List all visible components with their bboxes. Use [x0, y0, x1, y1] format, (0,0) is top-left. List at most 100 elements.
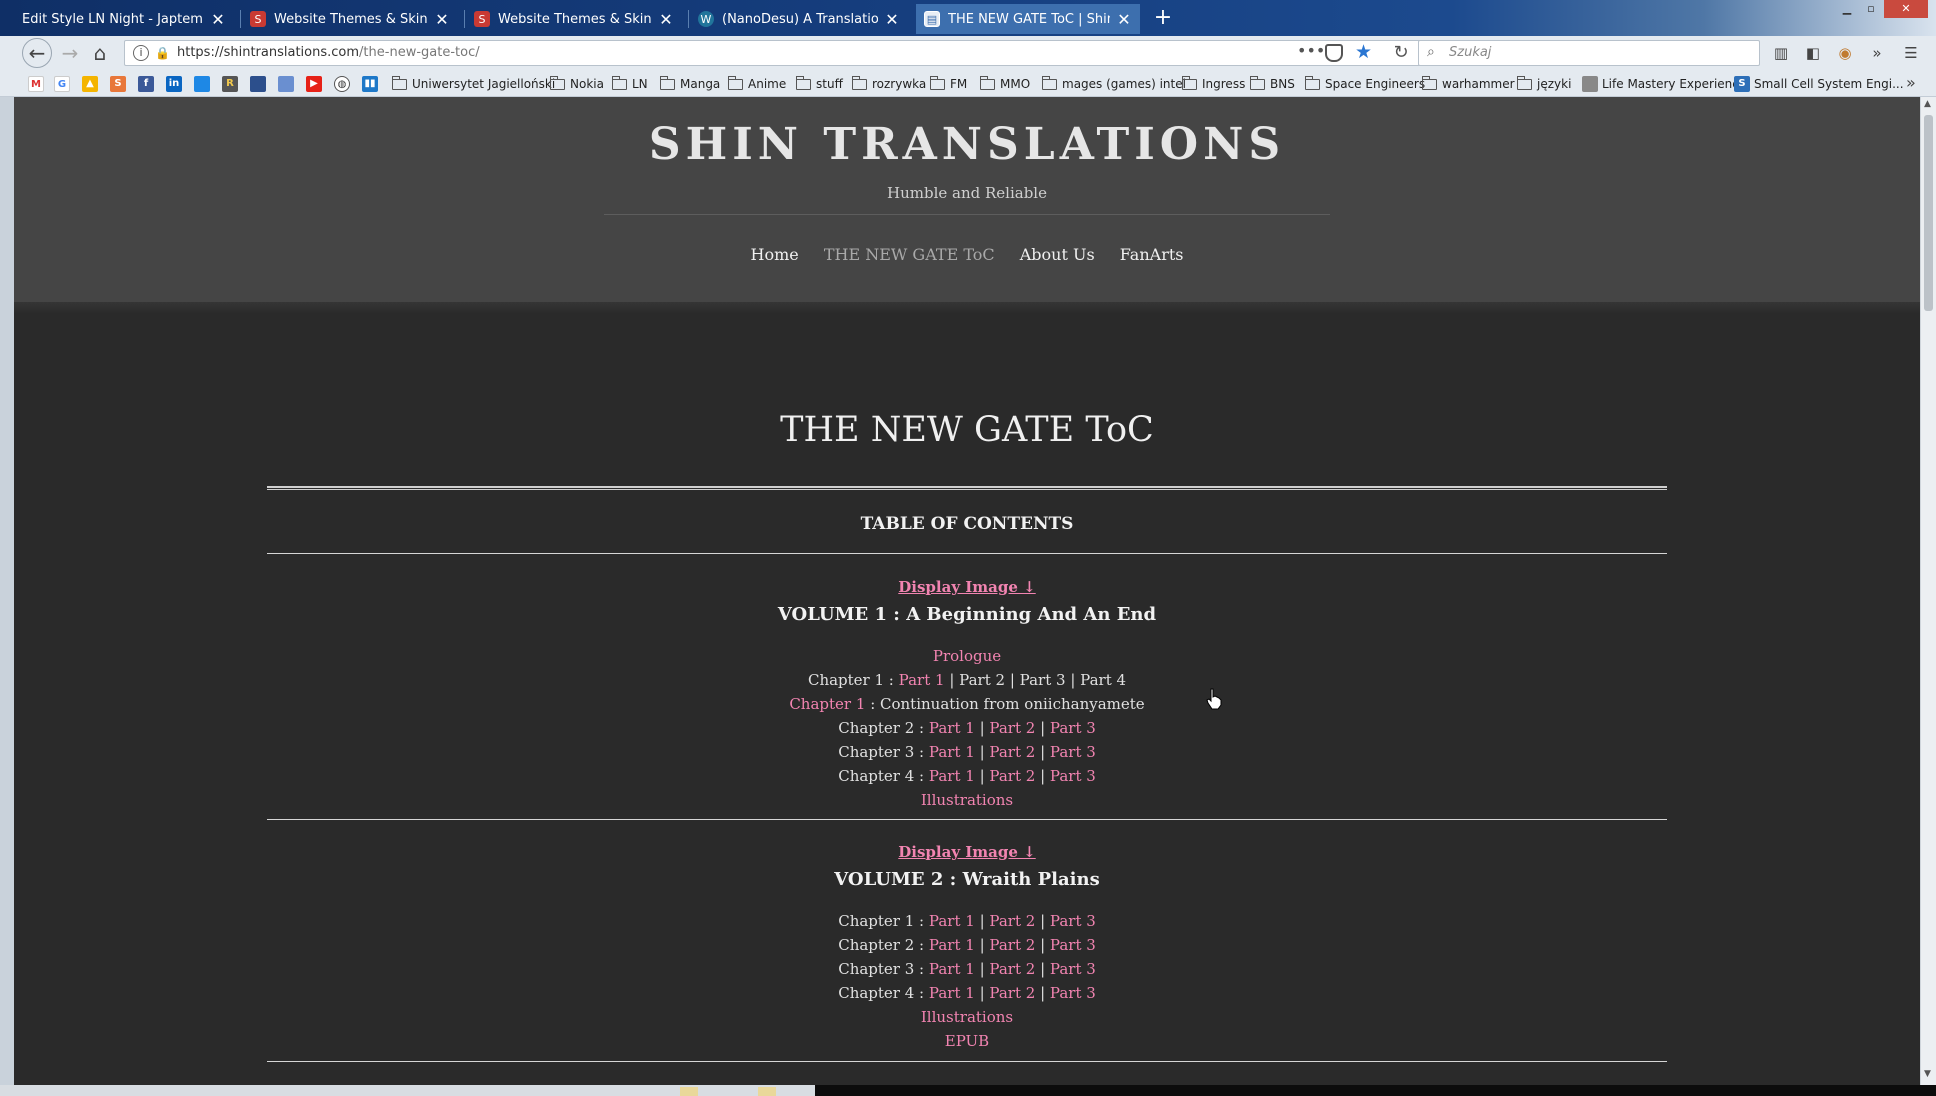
part-link[interactable]: Part 1: [929, 984, 975, 1002]
chapter-link[interactable]: Chapter 1: [789, 695, 865, 713]
maximize-icon[interactable]: ▫: [1860, 0, 1882, 18]
part-link[interactable]: Part 1: [929, 912, 975, 930]
illustrations-link[interactable]: Illustrations: [921, 1008, 1013, 1026]
part-link[interactable]: Part 3: [1050, 936, 1096, 954]
bookmark-folder[interactable]: Anime: [728, 75, 786, 93]
globe-icon[interactable]: ◍: [334, 76, 350, 92]
gmail-icon[interactable]: M: [28, 76, 44, 92]
part-link[interactable]: Part 1: [899, 671, 945, 689]
close-icon[interactable]: ✕: [210, 10, 226, 29]
bookmark-folder[interactable]: stuff: [796, 75, 843, 93]
part-link[interactable]: Part 3: [1050, 960, 1096, 978]
part-link[interactable]: Part 2: [989, 767, 1035, 785]
extension-icon[interactable]: ◉: [1832, 40, 1858, 66]
search-box[interactable]: ⌕ Szukaj: [1418, 40, 1760, 66]
part-link[interactable]: Part 3: [1050, 912, 1096, 930]
close-icon[interactable]: ✕: [658, 10, 674, 29]
part-link[interactable]: Part 1: [929, 719, 975, 737]
close-icon[interactable]: ✕: [434, 10, 450, 29]
google-icon[interactable]: G: [54, 76, 70, 92]
bookmark-folder[interactable]: Manga: [660, 75, 720, 93]
window-close-icon[interactable]: ✕: [1884, 0, 1928, 18]
taskbar-icon[interactable]: [680, 1087, 698, 1096]
illustrations-link[interactable]: Illustrations: [921, 791, 1013, 809]
bookmark-link[interactable]: Life Mastery Experience: [1582, 75, 1746, 93]
scroll-down-icon[interactable]: ▼: [1924, 1069, 1931, 1079]
bookmark-folder[interactable]: warhammer: [1422, 75, 1515, 93]
site-title[interactable]: SHIN TRANSLATIONS: [14, 119, 1920, 170]
library-icon[interactable]: ▥: [1768, 40, 1794, 66]
vertical-scrollbar[interactable]: ▲ ▼: [1920, 97, 1936, 1085]
display-image-link[interactable]: Display Image ↓: [898, 578, 1035, 596]
part-link[interactable]: Part 2: [989, 984, 1035, 1002]
youtube-icon[interactable]: ▶: [306, 76, 322, 92]
home-icon[interactable]: ⌂: [86, 40, 114, 66]
reload-icon[interactable]: ↻: [1388, 40, 1414, 66]
info-icon[interactable]: i: [133, 45, 149, 61]
new-tab-button[interactable]: +: [1148, 5, 1178, 33]
sidebar-icon[interactable]: ◧: [1800, 40, 1826, 66]
menu-icon[interactable]: ☰: [1898, 40, 1924, 66]
menu-about-us[interactable]: About Us: [1020, 245, 1095, 264]
taskbar-icon[interactable]: [758, 1087, 776, 1096]
bookmark-folder[interactable]: języki: [1517, 75, 1571, 93]
part-link[interactable]: Part 2: [989, 912, 1035, 930]
bookmark-link[interactable]: S Small Cell System Engi...: [1734, 75, 1904, 93]
part-link[interactable]: Part 1: [929, 767, 975, 785]
part-link[interactable]: Part 1: [929, 936, 975, 954]
google-drive-icon[interactable]: ▲: [82, 76, 98, 92]
menu-new-gate-toc[interactable]: THE NEW GATE ToC: [824, 245, 995, 264]
part-link[interactable]: Part 2: [989, 743, 1035, 761]
trello-icon[interactable]: ▮▮: [362, 76, 378, 92]
menu-fanarts[interactable]: FanArts: [1120, 245, 1184, 264]
bookmark-icon[interactable]: [250, 76, 266, 92]
part-link[interactable]: Part 3: [1050, 984, 1096, 1002]
part-link[interactable]: Part 3: [1050, 743, 1096, 761]
close-icon[interactable]: ✕: [884, 10, 900, 29]
tab-2[interactable]: S Website Themes & Skins by St ✕: [242, 4, 458, 34]
part-link[interactable]: Part 3: [1050, 767, 1096, 785]
bookmark-folder[interactable]: LN: [612, 75, 648, 93]
bookmark-folder[interactable]: Uniwersytet Jagielloński: [392, 75, 555, 93]
tab-3[interactable]: S Website Themes & Skins by St ✕: [466, 4, 682, 34]
part-link[interactable]: Part 2: [989, 719, 1035, 737]
part-link[interactable]: Part 3: [1050, 719, 1096, 737]
linkedin-icon[interactable]: in: [166, 76, 182, 92]
bookmark-folder[interactable]: rozrywka: [852, 75, 926, 93]
bookmark-folder[interactable]: BNS: [1250, 75, 1295, 93]
part-link[interactable]: Part 1: [929, 743, 975, 761]
bookmark-icon[interactable]: R: [222, 76, 238, 92]
tab-5-active[interactable]: ▤ THE NEW GATE ToC | Shin Tra ✕: [916, 4, 1140, 34]
prologue-link[interactable]: Prologue: [933, 647, 1001, 665]
scrollbar-thumb[interactable]: [1924, 115, 1933, 311]
menu-home[interactable]: Home: [751, 245, 799, 264]
scroll-up-icon[interactable]: ▲: [1924, 99, 1931, 109]
tab-4[interactable]: W (NanoDesu) A Translation of th ✕: [690, 4, 908, 34]
chevron-right-icon[interactable]: »: [1906, 73, 1916, 92]
minimize-icon[interactable]: ▁: [1836, 0, 1858, 18]
facebook-icon[interactable]: f: [138, 76, 154, 92]
overflow-icon[interactable]: »: [1864, 40, 1890, 66]
tab-1[interactable]: Edit Style LN Night - Japtem ✕: [14, 4, 234, 34]
epub-link[interactable]: EPUB: [945, 1032, 989, 1050]
bookmark-icon[interactable]: [194, 76, 210, 92]
bookmark-folder[interactable]: MMO: [980, 75, 1030, 93]
part-link[interactable]: Part 2: [989, 936, 1035, 954]
pocket-icon[interactable]: [1325, 44, 1343, 62]
address-bar[interactable]: i 🔒 https://shintranslations.com/the-new…: [124, 40, 1424, 66]
back-icon[interactable]: ←: [22, 38, 52, 68]
stumble-icon[interactable]: S: [110, 76, 126, 92]
bookmark-icon[interactable]: [278, 76, 294, 92]
bookmark-star-icon[interactable]: ★: [1355, 41, 1372, 63]
close-icon[interactable]: ✕: [1116, 10, 1132, 29]
bookmark-folder[interactable]: Ingress: [1182, 75, 1245, 93]
bookmark-folder[interactable]: Nokia: [550, 75, 604, 93]
bookmark-folder[interactable]: mages (games) intel: [1042, 75, 1186, 93]
part-link[interactable]: Part 1: [929, 960, 975, 978]
part-link[interactable]: Part 2: [989, 960, 1035, 978]
display-image-link[interactable]: Display Image ↓: [898, 843, 1035, 861]
forward-icon[interactable]: →: [56, 40, 84, 66]
page-actions-icon[interactable]: •••: [1297, 41, 1325, 60]
bookmark-folder[interactable]: Space Engineers: [1305, 75, 1425, 93]
bookmark-folder[interactable]: FM: [930, 75, 967, 93]
